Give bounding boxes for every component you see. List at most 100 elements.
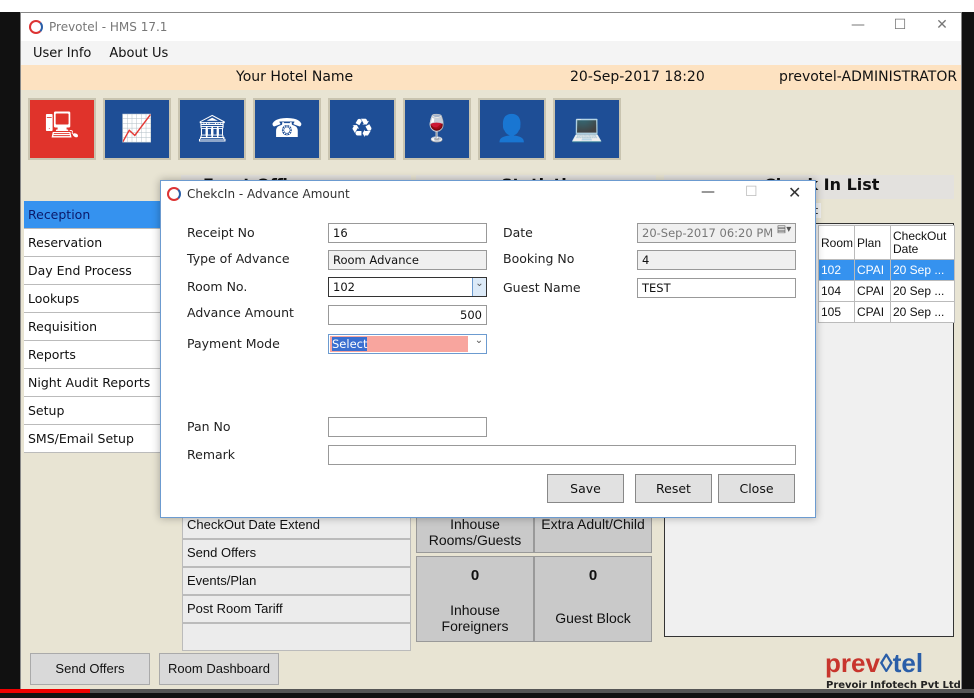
col-plan[interactable]: Plan xyxy=(854,225,891,260)
payment-mode-selected-text: Select xyxy=(332,337,368,351)
stat-label: Guest Block xyxy=(555,610,631,626)
type-of-advance-field[interactable]: Room Advance xyxy=(328,250,487,270)
screen-top xyxy=(0,0,974,12)
guest-name-field[interactable]: TEST xyxy=(637,278,796,298)
type-of-advance-label: Type of Advance xyxy=(187,251,290,266)
send-offers-button[interactable]: Send Offers xyxy=(30,653,150,685)
cycle-chart-icon: ♻ xyxy=(350,114,374,144)
menu-events-plan[interactable]: Events/Plan xyxy=(182,567,411,595)
bar-wine-icon: 🍷 xyxy=(420,114,454,144)
room-dashboard-button[interactable]: Room Dashboard xyxy=(159,653,279,685)
cell: CPAI xyxy=(854,301,891,323)
brand-logo: prev◊tel xyxy=(825,648,924,678)
receipt-no-label: Receipt No xyxy=(187,225,255,240)
video-progress-bar[interactable] xyxy=(0,689,974,693)
bank-money-icon: 🏛 xyxy=(195,114,229,144)
date-value: 20-Sep-2017 06:20 PM xyxy=(642,226,774,240)
stat-value: 0 xyxy=(588,567,598,584)
sidebar-item-setup[interactable]: Setup xyxy=(24,397,161,425)
cell: CPAI xyxy=(854,280,891,302)
tile-cycle[interactable]: ♻ xyxy=(328,98,396,160)
room-no-select[interactable]: 102 ⌄ xyxy=(328,277,487,297)
table-row[interactable]: 102 CPAI 20 Sep ... xyxy=(818,259,955,281)
payment-mode-select[interactable]: Select ⌄ xyxy=(328,334,487,354)
table-header: Room Plan CheckOut Date xyxy=(818,225,955,260)
payment-mode-value: Select xyxy=(330,336,468,352)
remark-field[interactable] xyxy=(328,445,796,465)
calendar-icon[interactable]: ▤▾ xyxy=(773,224,795,242)
dialog-close-button[interactable]: ✕ xyxy=(788,183,801,202)
cell: 104 xyxy=(818,280,855,302)
sidebar-item-reception[interactable]: Reception xyxy=(24,201,161,229)
dialog-minimize-button[interactable]: — xyxy=(701,184,715,200)
cell: 20 Sep ... xyxy=(890,280,955,302)
col-room[interactable]: Room xyxy=(818,225,855,260)
advance-amount-label: Advance Amount xyxy=(187,305,294,320)
sidebar-item-lookups[interactable]: Lookups xyxy=(24,285,161,313)
advance-amount-dialog: ChekcIn - Advance Amount — ☐ ✕ Receipt N… xyxy=(160,180,816,518)
tile-bar[interactable]: 🍷 xyxy=(403,98,471,160)
tile-staff[interactable]: 👤 xyxy=(478,98,546,160)
chevron-down-icon[interactable]: ⌄ xyxy=(472,335,486,353)
room-no-value: 102 xyxy=(333,280,355,294)
maximize-button[interactable]: ☐ xyxy=(889,17,911,37)
menu-bar: User Info About Us xyxy=(21,41,961,65)
cell: 102 xyxy=(818,259,855,281)
menu-post-room-tariff[interactable]: Post Room Tariff xyxy=(182,595,411,623)
minimize-button[interactable]: — xyxy=(847,17,869,37)
date-field[interactable]: 20-Sep-2017 06:20 PM ▤▾ xyxy=(637,223,796,243)
menu-send-offers[interactable]: Send Offers xyxy=(182,539,411,567)
tile-phonebook[interactable]: ☎ xyxy=(253,98,321,160)
close-window-button[interactable]: ✕ xyxy=(931,17,953,37)
stat-label: Inhouse Rooms/Guests xyxy=(428,516,522,548)
pan-no-label: Pan No xyxy=(187,419,231,434)
tile-laptop[interactable]: 💻 xyxy=(553,98,621,160)
stat-inhouse-foreigners[interactable]: 0 Inhouse Foreigners xyxy=(416,556,534,642)
stat-label: Extra Adult/Child xyxy=(541,516,645,532)
cell: 105 xyxy=(818,301,855,323)
phone-book-icon: ☎ xyxy=(270,114,304,144)
dialog-maximize-button[interactable]: ☐ xyxy=(745,184,758,200)
sidebar: Reception Reservation Day End Process Lo… xyxy=(24,201,161,453)
presentation-chart-icon: 📈 xyxy=(120,114,154,144)
stat-label: Inhouse Foreigners xyxy=(441,602,509,634)
sidebar-item-day-end-process[interactable]: Day End Process xyxy=(24,257,161,285)
date-label: Date xyxy=(503,225,533,240)
menu-about-us[interactable]: About Us xyxy=(109,46,168,61)
stat-value: 0 xyxy=(470,567,480,584)
menu-user-info[interactable]: User Info xyxy=(33,46,91,61)
sidebar-item-night-audit-reports[interactable]: Night Audit Reports xyxy=(24,369,161,397)
dialog-title: ChekcIn - Advance Amount xyxy=(187,187,350,201)
sidebar-item-reservation[interactable]: Reservation xyxy=(24,229,161,257)
save-button[interactable]: Save xyxy=(547,474,624,503)
window-title: Prevotel - HMS 17.1 xyxy=(49,20,168,34)
chevron-down-icon[interactable]: ⌄ xyxy=(472,278,486,296)
stat-guest-block[interactable]: 0 Guest Block xyxy=(534,556,652,642)
current-user: prevotel-ADMINISTRATOR xyxy=(779,69,958,85)
app-logo-icon xyxy=(167,187,181,201)
sidebar-item-requisition[interactable]: Requisition xyxy=(24,313,161,341)
reset-button[interactable]: Reset xyxy=(635,474,712,503)
sidebar-item-reports[interactable]: Reports xyxy=(24,341,161,369)
tile-reception[interactable]: 🖳 xyxy=(28,98,96,160)
guest-name-label: Guest Name xyxy=(503,280,581,295)
pan-no-field[interactable] xyxy=(328,417,487,437)
table-row[interactable]: 105 CPAI 20 Sep ... xyxy=(818,301,955,323)
title-bar: Prevotel - HMS 17.1 xyxy=(21,13,961,41)
laptop-tools-icon: 💻 xyxy=(570,114,604,144)
advance-amount-field[interactable]: 500 xyxy=(328,305,487,325)
booking-no-label: Booking No xyxy=(503,251,575,266)
booking-no-field[interactable]: 4 xyxy=(637,250,796,270)
tile-presentation[interactable]: 📈 xyxy=(103,98,171,160)
table-row[interactable]: 104 CPAI 20 Sep ... xyxy=(818,280,955,302)
tile-accounts[interactable]: 🏛 xyxy=(178,98,246,160)
checkin-table: Room Plan CheckOut Date 102 CPAI 20 Sep ..… xyxy=(818,225,955,323)
staff-icon: 👤 xyxy=(495,114,529,144)
cell: 20 Sep ... xyxy=(890,301,955,323)
hotel-name: Your Hotel Name xyxy=(236,69,354,85)
hotel-bar: Your Hotel Name 20-Sep-2017 18:20 prevot… xyxy=(21,65,961,90)
receipt-no-field[interactable]: 16 xyxy=(328,223,487,243)
col-checkout-date[interactable]: CheckOut Date xyxy=(890,225,955,260)
sidebar-item-sms-email-setup[interactable]: SMS/Email Setup xyxy=(24,425,161,453)
close-button[interactable]: Close xyxy=(718,474,795,503)
